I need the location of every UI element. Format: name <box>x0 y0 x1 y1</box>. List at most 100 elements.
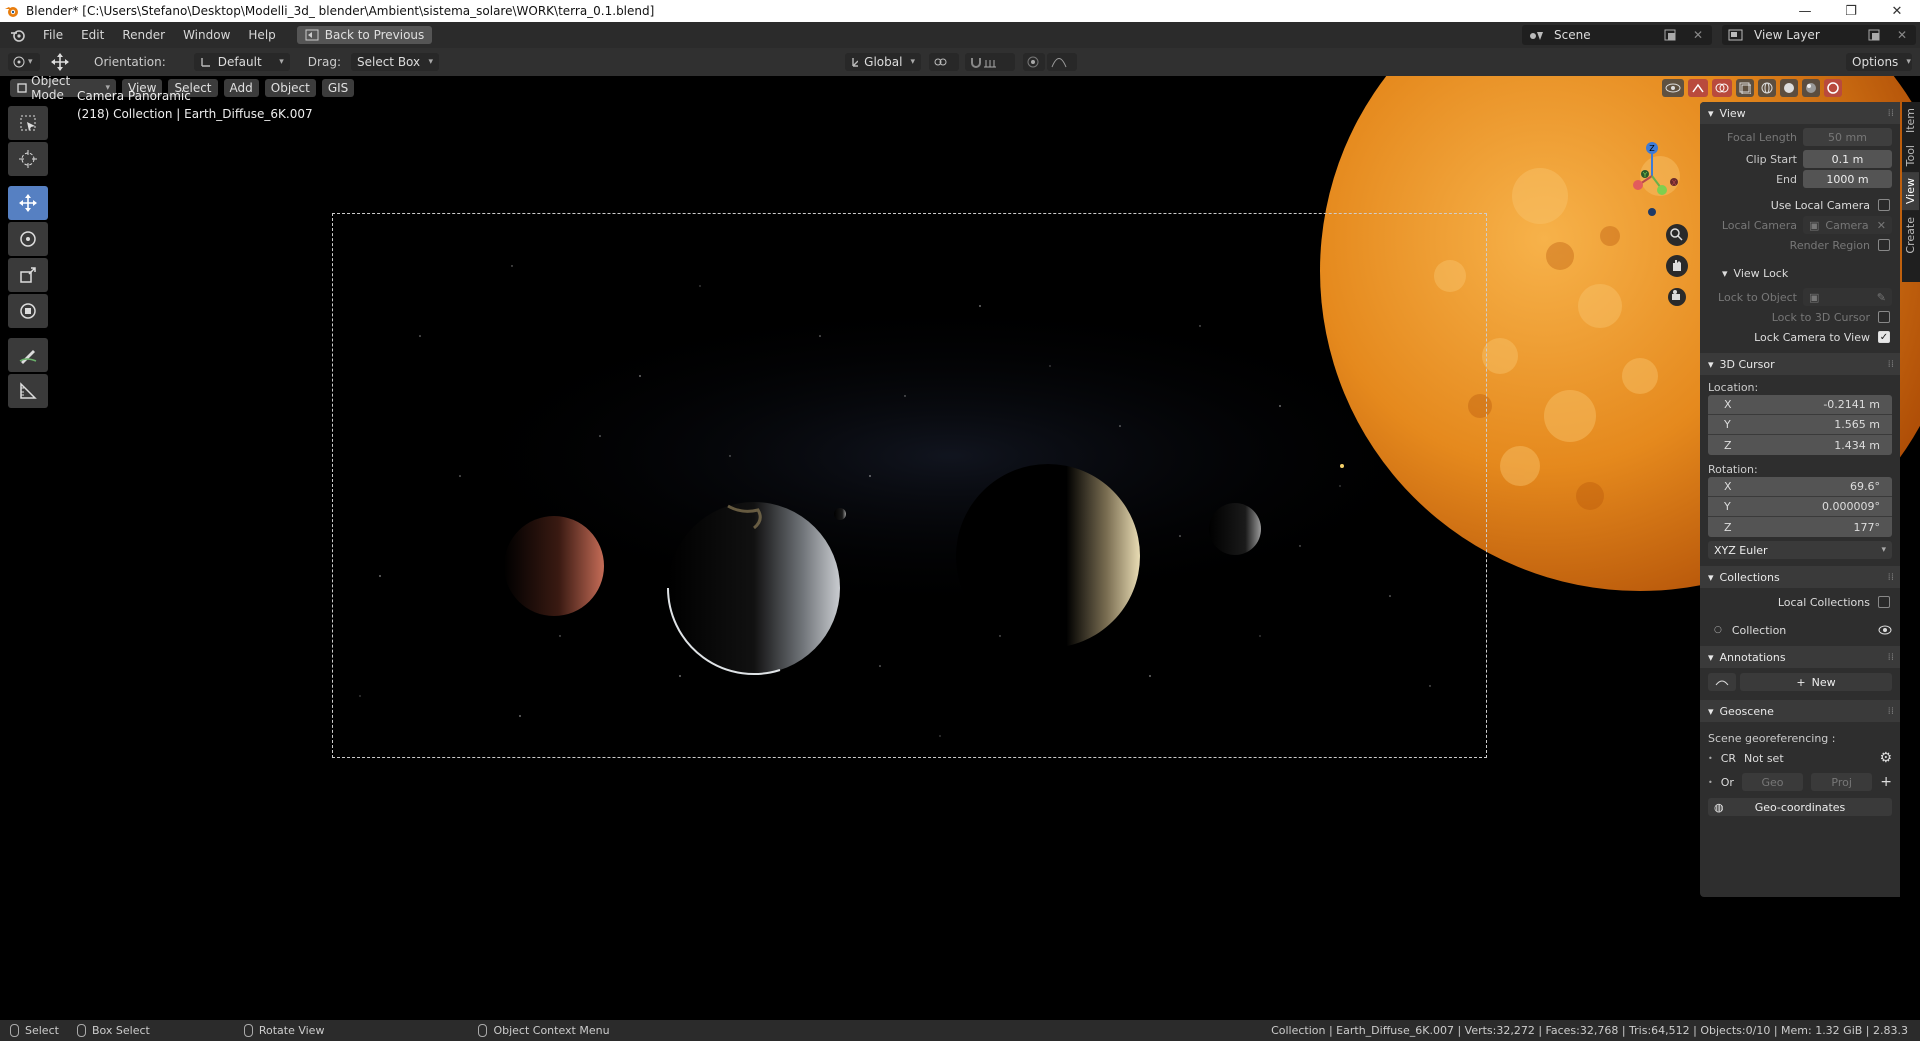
eye-icon[interactable] <box>1878 625 1892 635</box>
local-camera-field[interactable]: ▣ Camera ✕ <box>1803 216 1892 234</box>
delete-view-layer-icon[interactable]: ✕ <box>1892 27 1912 43</box>
viewport-menu-gis[interactable]: GIS <box>321 79 355 97</box>
minimize-button[interactable]: — <box>1782 0 1828 22</box>
back-to-previous-button[interactable]: Back to Previous <box>296 26 433 44</box>
gear-icon[interactable]: ⚙ <box>1879 750 1892 766</box>
viewport-menu-add[interactable]: Add <box>223 79 259 97</box>
collections-section-title: Collections <box>1719 570 1780 584</box>
editor-type-dropdown[interactable]: ▾ <box>8 53 40 71</box>
pan-view-icon[interactable] <box>1666 255 1688 277</box>
pivot-point-dropdown[interactable] <box>928 53 959 71</box>
geo-coordinates-button[interactable]: ◍ Geo-coordinates <box>1708 798 1892 816</box>
tab-tool[interactable]: Tool <box>1902 139 1919 172</box>
lock-camera-to-view-label: Lock Camera to View <box>1754 330 1870 344</box>
grip-icon[interactable]: ⁞⁞ <box>1888 706 1894 717</box>
scene-selector[interactable]: Scene ✕ <box>1522 25 1712 45</box>
clip-end-field[interactable]: 1000 m <box>1803 170 1892 188</box>
menu-render[interactable]: Render <box>113 28 174 42</box>
geo-button[interactable]: Geo <box>1741 773 1804 791</box>
lock-camera-to-view-checkbox[interactable]: ✓ <box>1878 331 1890 343</box>
cursor-rotation-x[interactable]: X 69.6° <box>1708 477 1892 497</box>
3d-viewport[interactable]: Object Mode ▾ View Select Add Object GIS… <box>0 76 1920 1020</box>
cursor-location-z[interactable]: Z 1.434 m <box>1708 435 1892 455</box>
zoom-view-icon[interactable] <box>1666 224 1688 246</box>
navigation-gizmo[interactable]: Z X Y <box>1605 106 1705 306</box>
overlays-toggle[interactable] <box>1712 79 1732 97</box>
solid-shading-button[interactable] <box>1780 79 1798 97</box>
material-shading-button[interactable] <box>1802 79 1820 97</box>
new-annotation-button[interactable]: + New <box>1740 673 1892 691</box>
proj-button[interactable]: Proj <box>1811 773 1873 791</box>
view-layer-selector[interactable]: View Layer ✕ <box>1722 25 1916 45</box>
transform-tool[interactable] <box>8 294 48 328</box>
move-tool[interactable] <box>8 186 48 220</box>
cursor-location-x[interactable]: X -0.2141 m <box>1708 395 1892 415</box>
tab-create[interactable]: Create <box>1902 211 1919 260</box>
close-window-button[interactable]: ✕ <box>1874 0 1920 22</box>
annotations-section-header[interactable]: ▾ Annotations ⁞⁞ <box>1700 646 1900 668</box>
render-region-checkbox[interactable] <box>1878 239 1890 251</box>
maximize-button[interactable]: ❐ <box>1828 0 1874 22</box>
cursor-location-y[interactable]: Y 1.565 m <box>1708 415 1892 435</box>
options-dropdown[interactable]: Options ▾ <box>1846 53 1912 71</box>
tab-item[interactable]: Item <box>1902 102 1919 139</box>
gizmo-x-label: X <box>1672 179 1677 187</box>
chevron-down-icon: ▾ <box>1708 650 1714 664</box>
cursor-rotation-z[interactable]: Z 177° <box>1708 517 1892 537</box>
select-box-tool[interactable] <box>8 106 48 140</box>
snap-dropdown[interactable] <box>964 53 1015 71</box>
clear-camera-icon[interactable]: ✕ <box>1877 219 1886 232</box>
rotation-mode-dropdown[interactable]: XYZ Euler ▾ <box>1708 541 1892 559</box>
annotate-tool[interactable] <box>8 338 48 372</box>
clip-start-field[interactable]: 0.1 m <box>1803 150 1892 168</box>
orientation-dropdown[interactable]: Default ▾ <box>193 53 290 71</box>
grip-icon[interactable]: ⁞⁞ <box>1888 652 1894 663</box>
rotate-tool[interactable] <box>8 222 48 256</box>
lock-to-object-field[interactable]: ▣ ✎ <box>1803 288 1892 306</box>
plus-icon[interactable]: + <box>1880 774 1892 790</box>
menu-file[interactable]: File <box>34 28 72 42</box>
new-view-layer-icon[interactable] <box>1864 27 1884 43</box>
scale-tool[interactable] <box>8 258 48 292</box>
view-section-header[interactable]: ▾ View ⁞⁞ <box>1700 102 1900 124</box>
cursor-rotation-y[interactable]: Y 0.000009° <box>1708 497 1892 517</box>
gizmo-toggle[interactable] <box>1688 79 1708 97</box>
focal-length-field[interactable]: 50 mm <box>1803 128 1892 146</box>
status-box-select-hint: Box Select <box>59 1024 150 1037</box>
xray-toggle[interactable] <box>1736 79 1754 97</box>
collection-list-item[interactable]: ○ Collection <box>1700 620 1900 640</box>
annotation-layer-dropdown[interactable] <box>1708 673 1736 691</box>
transform-orientation-dropdown[interactable]: Global ▾ <box>844 53 921 71</box>
3d-cursor-section-header[interactable]: ▾ 3D Cursor ⁞⁞ <box>1700 353 1900 375</box>
grip-icon[interactable]: ⁞⁞ <box>1888 108 1894 119</box>
falloff-dropdown[interactable] <box>1046 53 1077 71</box>
viewport-shading-controls <box>1662 79 1842 97</box>
grip-icon[interactable]: ⁞⁞ <box>1888 359 1894 370</box>
viewport-menu-object[interactable]: Object <box>264 79 316 97</box>
menu-edit[interactable]: Edit <box>72 28 113 42</box>
camera-view-icon[interactable] <box>1668 288 1686 306</box>
measure-tool[interactable] <box>8 374 48 408</box>
geoscene-section-header[interactable]: ▾ Geoscene ⁞⁞ <box>1700 700 1900 722</box>
local-collections-checkbox[interactable] <box>1878 596 1890 608</box>
menu-window[interactable]: Window <box>174 28 239 42</box>
grip-icon[interactable]: ⁞⁞ <box>1888 572 1894 583</box>
new-scene-icon[interactable] <box>1660 27 1680 43</box>
view-lock-subheader[interactable]: ▾ View Lock <box>1700 263 1900 283</box>
cursor-tool[interactable] <box>8 142 48 176</box>
visibility-dropdown[interactable] <box>1662 79 1684 97</box>
proportional-edit-toggle[interactable] <box>1022 53 1045 71</box>
delete-scene-icon[interactable]: ✕ <box>1688 27 1708 43</box>
lock-to-3d-cursor-checkbox[interactable] <box>1878 311 1890 323</box>
use-local-camera-checkbox[interactable] <box>1878 199 1890 211</box>
collections-section-header[interactable]: ▾ Collections ⁞⁞ <box>1700 566 1900 588</box>
blender-menu-icon[interactable] <box>10 27 26 43</box>
menu-help[interactable]: Help <box>239 28 284 42</box>
wireframe-shading-button[interactable] <box>1758 79 1776 97</box>
tab-view[interactable]: View <box>1902 172 1919 211</box>
rendered-shading-button[interactable] <box>1824 79 1842 97</box>
new-annotation-label: New <box>1811 675 1836 689</box>
eyedropper-icon[interactable]: ✎ <box>1877 291 1886 304</box>
sidebar-tabs: Item Tool View Create <box>1902 102 1920 282</box>
drag-dropdown[interactable]: Select Box ▾ <box>350 53 439 71</box>
